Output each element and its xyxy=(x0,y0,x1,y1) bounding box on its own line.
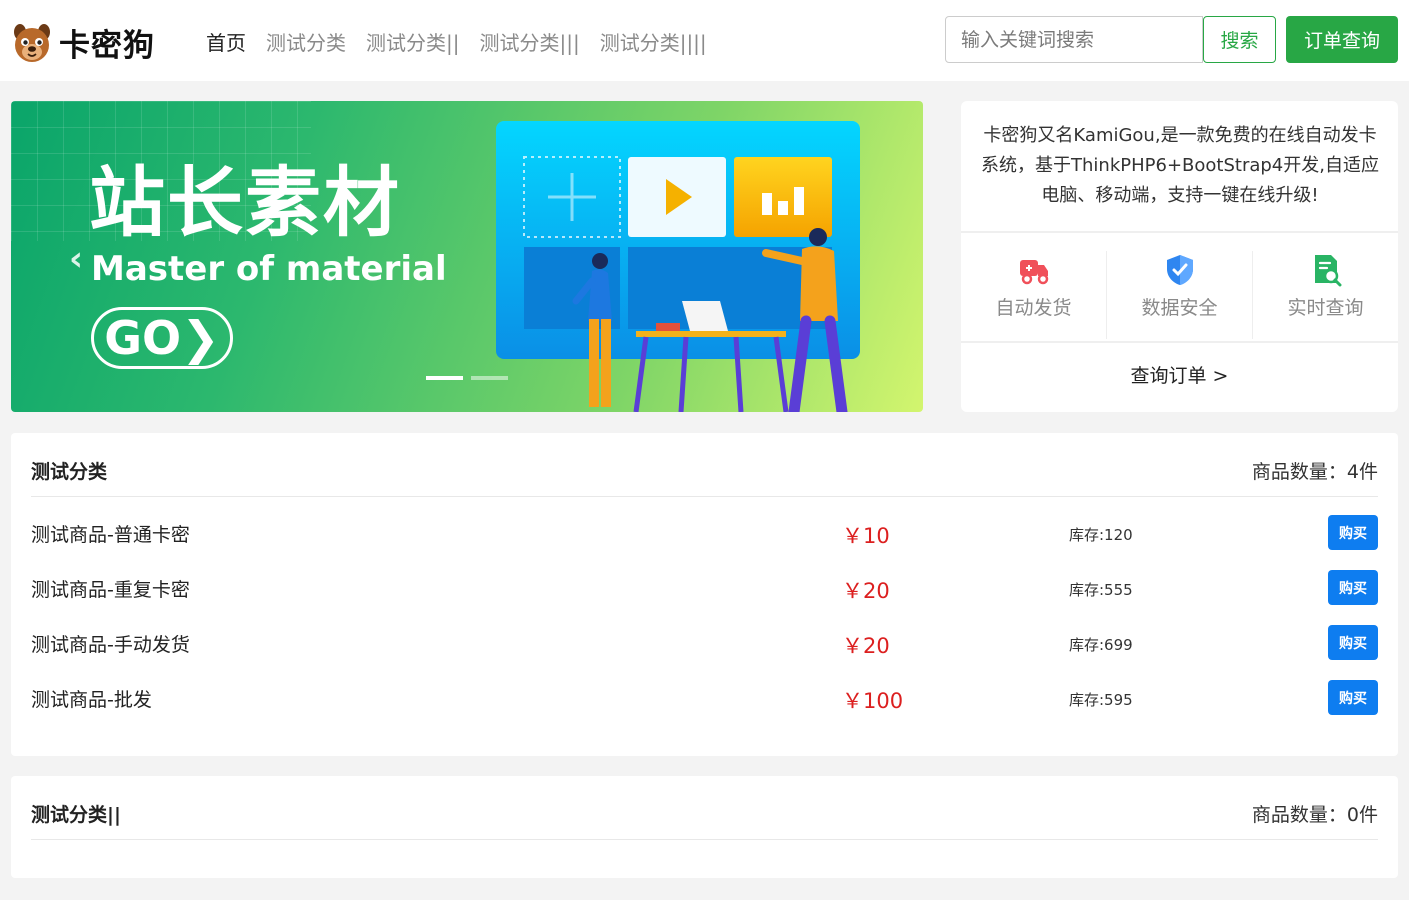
search-input[interactable] xyxy=(945,16,1203,63)
buy-button[interactable]: 购买 xyxy=(1328,625,1378,660)
logo-text: 卡密狗 xyxy=(59,28,155,64)
order-query-button[interactable]: 订单查询 xyxy=(1286,16,1398,63)
nav-category-3[interactable]: 测试分类||| xyxy=(479,27,579,56)
info-divider xyxy=(961,231,1398,233)
feature-list: 自动发货 数据安全 实时查询 xyxy=(961,251,1398,339)
product-stock: 库存:120 xyxy=(1069,526,1133,544)
product-row[interactable]: 测试商品-批发 ￥100 库存:595 购买 xyxy=(31,680,1378,716)
nav-category-2[interactable]: 测试分类|| xyxy=(366,27,459,56)
nav-category-1[interactable]: 测试分类 xyxy=(266,27,346,56)
category-section-2: 测试分类|| 商品数量：0件 xyxy=(11,776,1398,878)
delivery-truck-icon xyxy=(1019,260,1048,285)
product-count: 商品数量：0件 xyxy=(1251,804,1378,826)
info-divider xyxy=(961,341,1398,343)
buy-button[interactable]: 购买 xyxy=(1328,570,1378,605)
product-name: 测试商品-批发 xyxy=(31,689,152,711)
carousel-dot-2[interactable] xyxy=(471,376,508,380)
section-title: 测试分类|| xyxy=(31,804,121,826)
section-header: 测试分类 商品数量：4件 xyxy=(31,457,1378,497)
banner-go-button[interactable]: GO❯ xyxy=(91,307,233,369)
search-button[interactable]: 搜索 xyxy=(1203,16,1276,63)
feature-data-security[interactable]: 数据安全 xyxy=(1107,251,1253,339)
site-info-card: 卡密狗又名KamiGou,是一款免费的在线自动发卡系统，基于ThinkPHP6+… xyxy=(961,101,1398,412)
product-row[interactable]: 测试商品-普通卡密 ￥10 库存:120 购买 xyxy=(31,515,1378,551)
product-row[interactable]: 测试商品-手动发货 ￥20 库存:699 购买 xyxy=(31,625,1378,661)
product-stock: 库存:699 xyxy=(1069,636,1133,654)
main-nav: 首页 测试分类 测试分类|| 测试分类||| 测试分类|||| xyxy=(206,27,727,56)
carousel-indicators xyxy=(426,376,516,380)
feature-label: 自动发货 xyxy=(995,297,1072,319)
feature-label: 实时查询 xyxy=(1287,297,1364,319)
document-search-icon xyxy=(1314,255,1341,287)
site-logo[interactable]: 卡密狗 xyxy=(11,20,155,65)
nav-category-4[interactable]: 测试分类|||| xyxy=(600,27,707,56)
product-stock: 库存:555 xyxy=(1069,581,1133,599)
feature-auto-delivery[interactable]: 自动发货 xyxy=(961,251,1107,339)
shield-check-icon xyxy=(1166,255,1193,285)
product-price: ￥10 xyxy=(842,524,890,548)
site-header: 卡密狗 首页 测试分类 测试分类|| 测试分类||| 测试分类|||| 搜索 订… xyxy=(0,0,1409,81)
product-stock: 库存:595 xyxy=(1069,691,1133,709)
product-price: ￥100 xyxy=(842,689,904,713)
category-section-1: 测试分类 商品数量：4件 测试商品-普通卡密 ￥10 库存:120 购买 测试商… xyxy=(11,433,1398,756)
product-name: 测试商品-普通卡密 xyxy=(31,524,190,546)
product-name: 测试商品-重复卡密 xyxy=(31,579,190,601)
product-count: 商品数量：4件 xyxy=(1251,461,1378,483)
dog-logo-icon xyxy=(14,23,50,62)
feature-label: 数据安全 xyxy=(1141,297,1218,319)
banner-title: 站长素材 xyxy=(89,158,401,247)
carousel-prev-icon[interactable]: ‹ xyxy=(69,239,83,279)
banner-subtitle: Master of material xyxy=(91,249,447,289)
banner-carousel[interactable]: 站长素材 Master of material GO❯ ‹ › xyxy=(11,101,923,412)
nav-home[interactable]: 首页 xyxy=(206,27,246,56)
product-price: ￥20 xyxy=(842,634,890,658)
product-name: 测试商品-手动发货 xyxy=(31,634,190,656)
product-price: ￥20 xyxy=(842,579,890,603)
section-header: 测试分类|| 商品数量：0件 xyxy=(31,800,1378,840)
query-order-link[interactable]: 查询订单 > xyxy=(961,361,1398,388)
section-title: 测试分类 xyxy=(31,461,108,483)
feature-realtime-query[interactable]: 实时查询 xyxy=(1253,251,1398,339)
buy-button[interactable]: 购买 xyxy=(1328,515,1378,550)
banner-illustration xyxy=(496,121,860,412)
product-row[interactable]: 测试商品-重复卡密 ￥20 库存:555 购买 xyxy=(31,570,1378,606)
site-description: 卡密狗又名KamiGou,是一款免费的在线自动发卡系统，基于ThinkPHP6+… xyxy=(981,125,1379,206)
carousel-dot-1[interactable] xyxy=(426,376,463,380)
buy-button[interactable]: 购买 xyxy=(1328,680,1378,715)
